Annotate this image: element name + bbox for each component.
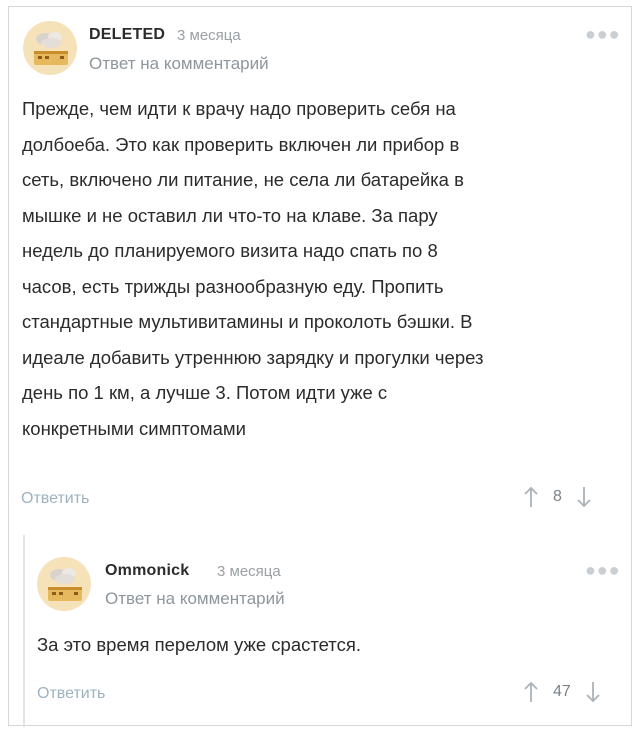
reply-to-prefix: Ответ на	[105, 589, 176, 608]
comments-panel: DELETED 3 месяца Ответ на комментарий ●●…	[8, 6, 633, 727]
vote-controls: 47	[523, 681, 601, 703]
comment-time[interactable]: 3 месяца	[217, 563, 281, 580]
comment-text: За это время перелом уже срастется.	[37, 627, 361, 663]
reply-to-link[interactable]: комментарий	[180, 589, 285, 608]
comment-text-line: За это время перелом уже срастется.	[37, 634, 361, 655]
avatar[interactable]	[37, 557, 91, 611]
comment-author[interactable]: Ommonick	[105, 562, 189, 580]
reply-button[interactable]: Ответить	[37, 685, 105, 703]
upvote-arrow-icon[interactable]	[523, 681, 539, 703]
avatar-image	[37, 557, 91, 611]
downvote-arrow-icon[interactable]	[585, 681, 601, 703]
more-dots-icon[interactable]: ●●●	[585, 560, 621, 581]
vote-count: 47	[553, 683, 571, 700]
comment-2: Ommonick 3 месяца Ответ на комментарий ●…	[9, 7, 633, 727]
reply-to-line: Ответ на комментарий	[105, 589, 285, 609]
